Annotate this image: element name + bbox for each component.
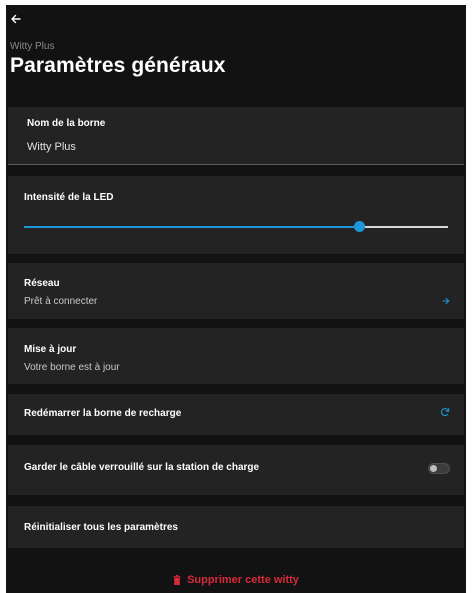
- restart-station-row[interactable]: Redémarrer la borne de recharge: [8, 394, 464, 435]
- cable-lock-label: Garder le câble verrouillé sur la statio…: [24, 462, 260, 473]
- led-intensity-card: Intensité de la LED: [8, 176, 464, 254]
- network-row[interactable]: Réseau Prêt à connecter: [8, 263, 464, 319]
- led-slider-fill: [24, 226, 359, 228]
- led-slider-thumb[interactable]: [353, 221, 365, 232]
- restart-label: Redémarrer la borne de recharge: [24, 408, 182, 419]
- network-label: Réseau: [24, 278, 60, 289]
- arrow-right-icon: [442, 297, 450, 305]
- delete-label: Supprimer cette witty: [187, 574, 299, 586]
- device-subtitle: Witty Plus: [10, 41, 55, 52]
- update-row[interactable]: Mise à jour Votre borne est à jour: [8, 328, 464, 384]
- network-status: Prêt à connecter: [24, 296, 98, 307]
- led-intensity-slider[interactable]: [24, 221, 448, 232]
- update-label: Mise à jour: [24, 344, 77, 355]
- led-intensity-label: Intensité de la LED: [24, 192, 114, 203]
- cable-lock-row: Garder le câble verrouillé sur la statio…: [8, 445, 464, 495]
- delete-witty-button[interactable]: Supprimer cette witty: [6, 574, 466, 586]
- cable-lock-toggle[interactable]: [428, 463, 450, 474]
- station-name-value[interactable]: Witty Plus: [27, 141, 76, 153]
- settings-screen: Witty Plus Paramètres généraux Nom de la…: [6, 5, 466, 593]
- reset-settings-row[interactable]: Réinitialiser tous les paramètres: [8, 506, 464, 548]
- reset-label: Réinitialiser tous les paramètres: [24, 522, 178, 533]
- update-status: Votre borne est à jour: [24, 362, 120, 373]
- station-name-field[interactable]: Nom de la borne Witty Plus: [8, 107, 464, 165]
- page-title: Paramètres généraux: [10, 54, 226, 77]
- arrow-left-icon: [11, 14, 21, 24]
- back-button[interactable]: [11, 14, 25, 28]
- station-name-label: Nom de la borne: [27, 118, 106, 129]
- trash-icon: [173, 575, 181, 585]
- toggle-knob: [430, 465, 437, 472]
- refresh-icon: [441, 408, 450, 417]
